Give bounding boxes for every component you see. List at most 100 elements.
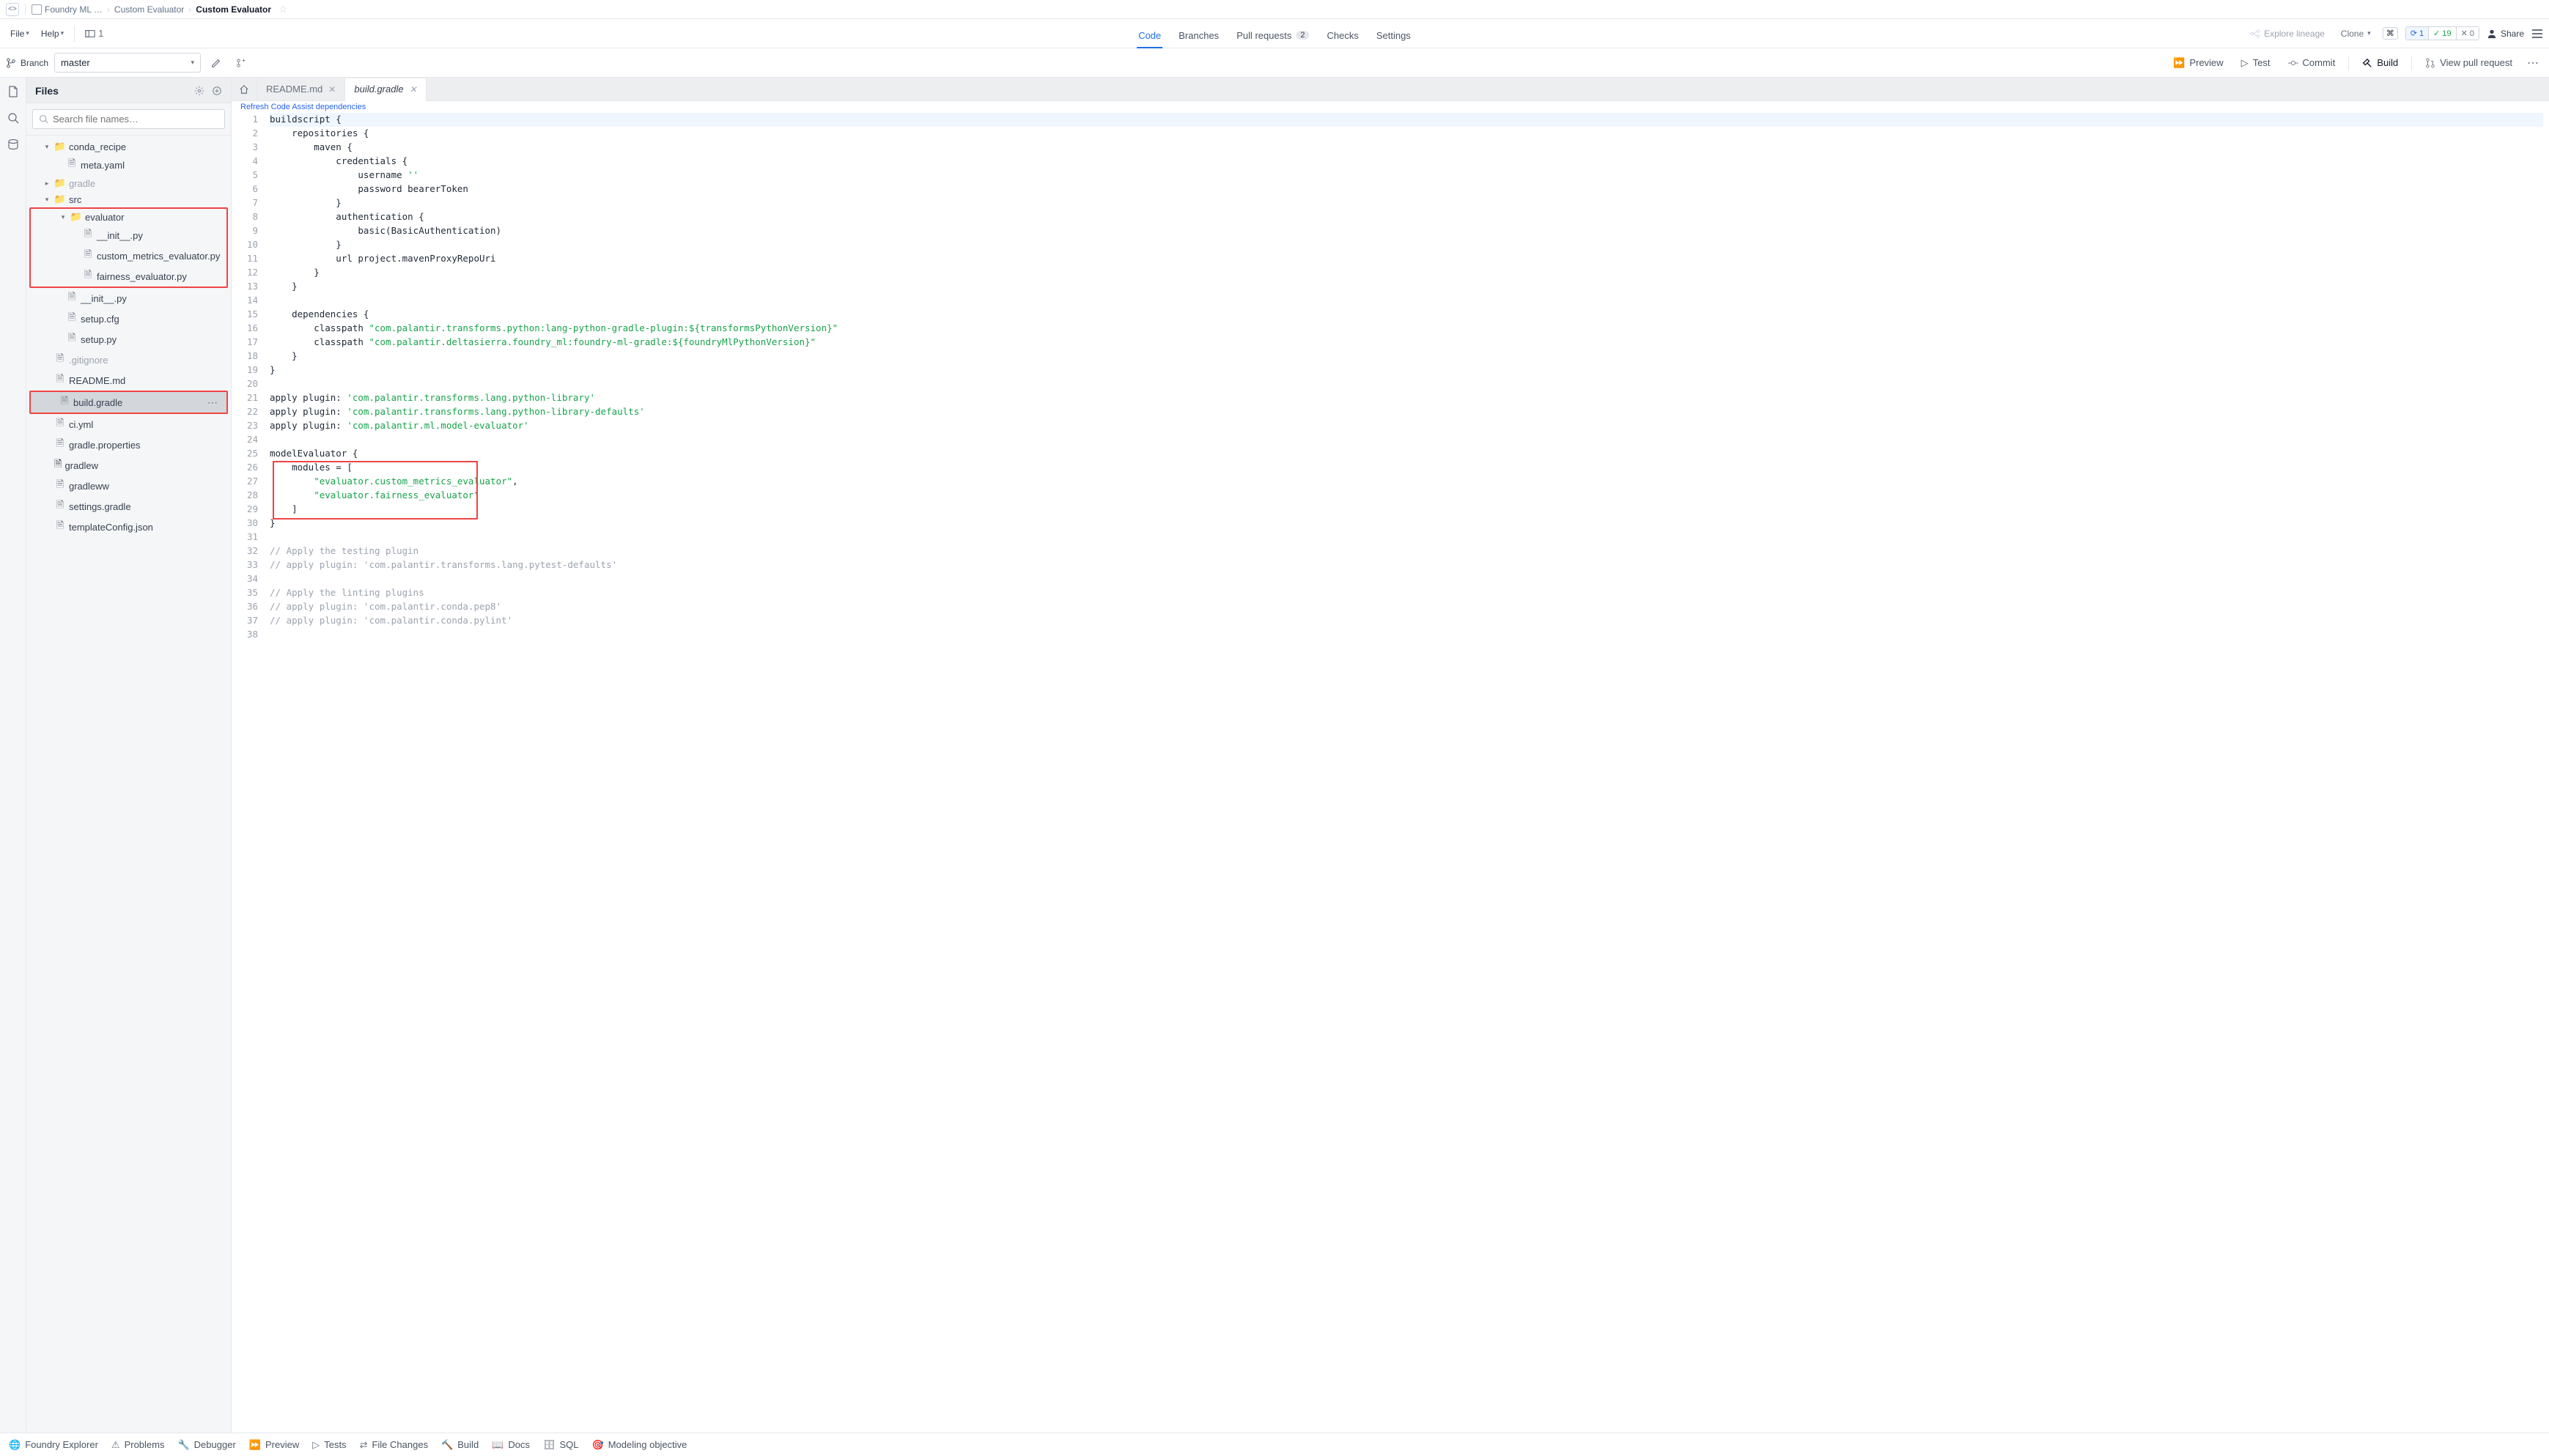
tree-folder[interactable]: ▾📁evaluator	[31, 209, 226, 225]
tab-checks[interactable]: Checks	[1325, 23, 1360, 48]
bottom-build[interactable]: 🔨Build	[441, 1439, 479, 1451]
test-button[interactable]: ▷Test	[2234, 53, 2278, 73]
tree-file[interactable]: 🗎gradlew	[26, 455, 231, 476]
explore-lineage-button[interactable]: Explore lineage	[2246, 26, 2329, 42]
file-icon: 🗎	[66, 331, 78, 347]
pr-count-badge: 2	[1296, 31, 1309, 40]
file-search-input[interactable]	[53, 114, 218, 125]
tree-file[interactable]: 🗎__init__.py	[31, 225, 226, 245]
new-file-icon[interactable]	[212, 86, 222, 96]
clone-button[interactable]: Clone▾	[2336, 26, 2375, 42]
bottom-preview[interactable]: ⏩Preview	[249, 1439, 299, 1451]
pencil-icon	[211, 58, 221, 68]
help-menu[interactable]: Help▾	[37, 26, 68, 42]
code-content[interactable]: buildscript { repositories { maven { cre…	[264, 113, 2549, 1433]
star-icon[interactable]: ☆	[278, 3, 288, 15]
file-search-box[interactable]	[32, 109, 225, 129]
branch-icon	[6, 58, 16, 68]
checks-passed-chip[interactable]: ✓19	[2429, 27, 2456, 40]
workspace-count[interactable]: 1	[81, 28, 108, 39]
tree-file-selected[interactable]: 🗎build.gradle⋯	[31, 392, 226, 413]
share-button[interactable]: Share	[2487, 29, 2524, 39]
folder-icon: 📁	[70, 211, 82, 223]
tree-folder[interactable]: ▾📁conda_recipe	[26, 138, 231, 155]
editor-home-button[interactable]	[232, 78, 257, 100]
panel-toggle-icon[interactable]	[2531, 28, 2543, 40]
files-rail-icon[interactable]	[7, 85, 20, 98]
close-icon[interactable]: ✕	[328, 84, 336, 95]
folder-icon: 📁	[54, 177, 66, 189]
bottom-problems[interactable]: ⚠Problems	[111, 1439, 165, 1451]
tab-code[interactable]: Code	[1137, 23, 1162, 48]
app-logo-icon[interactable]: <>	[6, 3, 19, 16]
keyboard-shortcut-icon[interactable]: ⌘	[2383, 27, 2398, 40]
code-editor[interactable]: 1234567891011121314151617181920212223242…	[232, 113, 2549, 1433]
tree-file[interactable]: 🗎gradleww	[26, 476, 231, 496]
chevron-down-icon: ▾	[59, 213, 67, 221]
wrench-icon: 🔧	[177, 1439, 189, 1451]
bottom-debugger[interactable]: 🔧Debugger	[177, 1439, 235, 1451]
preview-button[interactable]: ⏩Preview	[2166, 53, 2230, 73]
more-icon[interactable]: ⋯	[204, 396, 221, 409]
branch-select[interactable]: master ▾	[54, 53, 201, 73]
bottom-file-changes[interactable]: ⇄File Changes	[360, 1439, 429, 1451]
bottom-modeling[interactable]: 🎯Modeling objective	[592, 1439, 687, 1451]
close-icon[interactable]: ✕	[410, 84, 417, 95]
editor-area: README.md✕ build.gradle✕ Refresh Code As…	[232, 78, 2549, 1433]
editor-tab-active[interactable]: build.gradle✕	[345, 78, 426, 101]
fast-forward-icon: ⏩	[249, 1439, 261, 1451]
tree-file[interactable]: 🗎ci.yml	[26, 414, 231, 435]
caret-down-icon: ▾	[191, 59, 195, 67]
x-icon: ✕	[2461, 29, 2468, 38]
editor-tab[interactable]: README.md✕	[257, 78, 345, 100]
tree-file[interactable]: 🗎gradle.properties	[26, 435, 231, 455]
tree-file[interactable]: 🗎setup.py	[26, 329, 231, 350]
tree-folder[interactable]: ▾📁src	[26, 191, 231, 207]
breadcrumb-item[interactable]: Foundry ML …	[32, 4, 103, 15]
tree-file[interactable]: 🗎fairness_evaluator.py	[31, 266, 226, 287]
tree-file[interactable]: 🗎meta.yaml	[26, 155, 231, 175]
status-chips: ⟳1 ✓19 ✕0	[2405, 26, 2479, 40]
bottom-tests[interactable]: ▷Tests	[312, 1439, 346, 1451]
data-rail-icon[interactable]	[7, 138, 20, 151]
tab-branches[interactable]: Branches	[1177, 23, 1220, 48]
file-menu[interactable]: File▾	[6, 26, 34, 42]
file-icon: 🗎	[66, 311, 78, 327]
tree-file[interactable]: 🗎settings.gradle	[26, 496, 231, 517]
package-icon	[32, 4, 42, 15]
settings-icon[interactable]	[194, 86, 204, 96]
tree-file[interactable]: 🗎setup.cfg	[26, 308, 231, 329]
tree-file[interactable]: 🗎__init__.py	[26, 288, 231, 308]
tree-file[interactable]: 🗎templateConfig.json	[26, 517, 231, 537]
edit-branch-button[interactable]	[207, 53, 226, 73]
breadcrumb-item[interactable]: Custom Evaluator	[114, 4, 184, 15]
play-icon: ▷	[312, 1439, 320, 1451]
line-gutter: 1234567891011121314151617181920212223242…	[232, 113, 264, 1433]
side-rail	[0, 78, 26, 1433]
tree-folder[interactable]: ▸📁gradle	[26, 175, 231, 191]
sync-status-chip[interactable]: ⟳1	[2406, 27, 2429, 40]
refresh-dependencies-link[interactable]: Refresh Code Assist dependencies	[240, 103, 366, 111]
tree-file[interactable]: 🗎custom_metrics_evaluator.py	[31, 245, 226, 266]
tree-file[interactable]: 🗎.gitignore	[26, 350, 231, 370]
tab-pull-requests[interactable]: Pull requests2	[1235, 23, 1310, 48]
more-actions-button[interactable]: ⋯	[2523, 53, 2543, 73]
checks-failed-chip[interactable]: ✕0	[2457, 27, 2479, 40]
build-button[interactable]: Build	[2355, 53, 2405, 73]
editor-tabs: README.md✕ build.gradle✕	[232, 78, 2549, 101]
breadcrumb: Foundry ML … › Custom Evaluator › Custom…	[32, 3, 288, 15]
view-pr-button[interactable]: View pull request	[2418, 53, 2520, 73]
database-icon: 🗄	[543, 1439, 556, 1451]
globe-icon: 🌐	[9, 1439, 21, 1451]
bottom-foundry-explorer[interactable]: 🌐Foundry Explorer	[9, 1439, 98, 1451]
commit-button[interactable]: Commit	[2281, 53, 2343, 73]
search-rail-icon[interactable]	[7, 111, 20, 125]
branch-label: Branch	[6, 58, 48, 68]
book-icon: 📖	[492, 1439, 503, 1451]
bottom-docs[interactable]: 📖Docs	[492, 1439, 530, 1451]
new-branch-button[interactable]	[232, 53, 251, 73]
tree-file[interactable]: 🗎README.md	[26, 370, 231, 391]
tab-settings[interactable]: Settings	[1375, 23, 1412, 48]
bottom-sql[interactable]: 🗄SQL	[543, 1439, 579, 1451]
caret-down-icon: ▾	[26, 29, 29, 37]
